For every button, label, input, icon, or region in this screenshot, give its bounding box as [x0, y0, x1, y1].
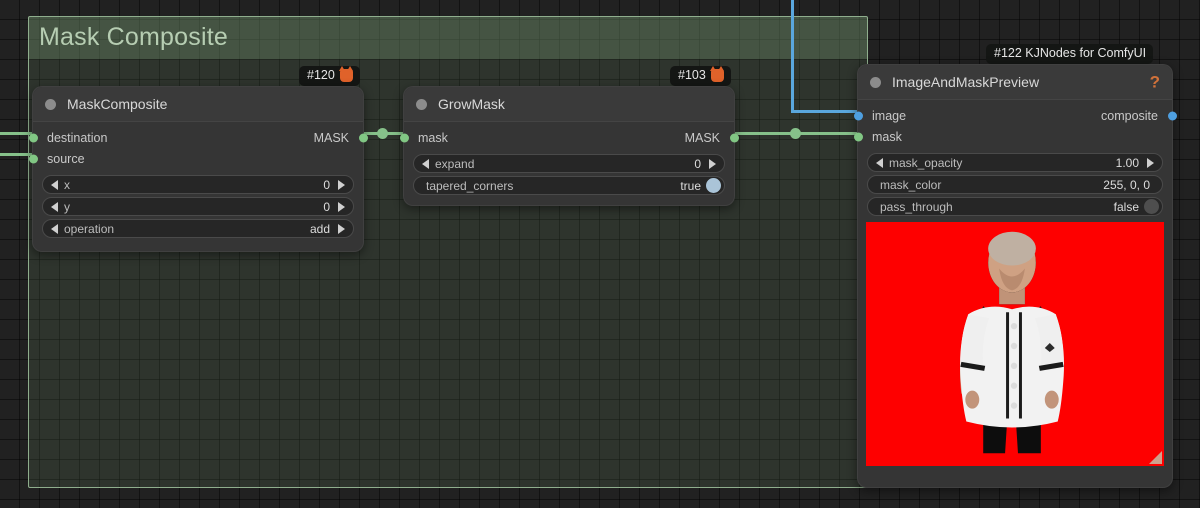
collapse-dot-icon[interactable]	[416, 99, 427, 110]
decrement-arrow-icon[interactable]	[51, 202, 58, 212]
node-imageandmaskpreview[interactable]: ImageAndMaskPreview ? image composite ma…	[857, 64, 1173, 488]
link-midpoint-dot[interactable]	[377, 128, 388, 139]
widget-label: x	[64, 178, 70, 192]
mask-slot-icon[interactable]	[400, 133, 409, 142]
widget-value[interactable]: 0	[323, 178, 330, 192]
mask-slot-icon[interactable]	[29, 133, 38, 142]
widget-label: tapered_corners	[426, 179, 513, 193]
link-image-horizontal	[791, 110, 863, 113]
widget-pass-through[interactable]: pass_through false	[867, 197, 1163, 216]
preview-person-graphic	[866, 222, 1164, 466]
slot-label: mask	[872, 130, 902, 144]
decrement-arrow-icon[interactable]	[51, 180, 58, 190]
widget-value[interactable]: add	[310, 222, 330, 236]
image-slot-icon[interactable]	[854, 111, 863, 120]
mask-slot-icon[interactable]	[359, 133, 368, 142]
collapse-dot-icon[interactable]	[870, 77, 881, 88]
fox-emoji-icon	[340, 69, 353, 82]
widget-mask-color[interactable]: mask_color 255, 0, 0	[867, 175, 1163, 194]
previous-option-arrow-icon[interactable]	[51, 224, 58, 234]
fox-emoji-icon	[711, 69, 724, 82]
widget-label: expand	[435, 157, 474, 171]
widget-y[interactable]: y 0	[42, 197, 354, 216]
badge-id-label: #103	[678, 69, 706, 82]
node-badge-103: #103	[670, 66, 731, 86]
widget-operation[interactable]: operation add	[42, 219, 354, 238]
link-image-vertical	[791, 0, 794, 112]
node-header[interactable]: MaskComposite	[33, 87, 363, 122]
node-title: GrowMask	[438, 96, 505, 112]
node-header[interactable]: GrowMask	[404, 87, 734, 122]
mask-slot-icon[interactable]	[854, 132, 863, 141]
widget-tapered-corners[interactable]: tapered_corners true	[413, 176, 725, 195]
widget-value: true	[680, 179, 701, 193]
preview-image[interactable]	[866, 222, 1164, 466]
input-slot-mask[interactable]: mask	[858, 126, 1172, 147]
next-option-arrow-icon[interactable]	[338, 224, 345, 234]
input-slot-source[interactable]: source	[33, 148, 363, 169]
increment-arrow-icon[interactable]	[338, 202, 345, 212]
image-slot-icon[interactable]	[1168, 111, 1177, 120]
widget-label: operation	[64, 222, 114, 236]
mask-slot-icon[interactable]	[29, 154, 38, 163]
slot-label: image	[872, 109, 906, 123]
output-slot-label: MASK	[685, 131, 720, 145]
link-midpoint-dot[interactable]	[790, 128, 801, 139]
widget-expand[interactable]: expand 0	[413, 154, 725, 173]
node-title: MaskComposite	[67, 96, 167, 112]
widget-mask-opacity[interactable]: mask_opacity 1.00	[867, 153, 1163, 172]
widget-label: y	[64, 200, 70, 214]
node-badge-120: #120	[299, 66, 360, 86]
node-header[interactable]: ImageAndMaskPreview ?	[858, 65, 1172, 100]
node-maskcomposite[interactable]: MaskComposite destination MASK source x …	[32, 86, 364, 252]
widget-x[interactable]: x 0	[42, 175, 354, 194]
decrement-arrow-icon[interactable]	[422, 159, 429, 169]
increment-arrow-icon[interactable]	[709, 159, 716, 169]
widget-value[interactable]: 0	[323, 200, 330, 214]
resize-handle[interactable]	[1149, 451, 1162, 464]
output-slot-label: MASK	[314, 131, 349, 145]
increment-arrow-icon[interactable]	[1147, 158, 1154, 168]
widget-label: mask_color	[880, 178, 941, 192]
slot-label: destination	[47, 131, 107, 145]
group-title: Mask Composite	[39, 23, 228, 52]
badge-id-label: #120	[307, 69, 335, 82]
slot-label: mask	[418, 131, 448, 145]
widget-value[interactable]: 0	[694, 157, 701, 171]
widget-label: mask_opacity	[889, 156, 962, 170]
collapse-dot-icon[interactable]	[45, 99, 56, 110]
mask-slot-icon[interactable]	[730, 133, 739, 142]
widget-value[interactable]: 1.00	[1116, 156, 1139, 170]
node-growmask[interactable]: GrowMask mask MASK expand 0 tapered_corn…	[403, 86, 735, 206]
widget-value[interactable]: 255, 0, 0	[1103, 178, 1150, 192]
input-slot-mask[interactable]: mask MASK	[404, 127, 734, 148]
input-slot-image[interactable]: image composite	[858, 105, 1172, 126]
boolean-toggle-icon[interactable]	[706, 178, 721, 193]
badge-id-label: #122 KJNodes for ComfyUI	[994, 47, 1146, 60]
widget-value: false	[1114, 200, 1139, 214]
boolean-toggle-icon[interactable]	[1144, 199, 1159, 214]
output-slot-label: composite	[1101, 109, 1158, 123]
node-title: ImageAndMaskPreview	[892, 74, 1039, 90]
slot-label: source	[47, 152, 85, 166]
help-icon[interactable]: ?	[1150, 74, 1160, 91]
input-slot-destination[interactable]: destination MASK	[33, 127, 363, 148]
decrement-arrow-icon[interactable]	[876, 158, 883, 168]
node-badge-122: #122 KJNodes for ComfyUI	[986, 44, 1153, 64]
node-graph-canvas[interactable]: Mask Composite #120 MaskComposite destin…	[0, 0, 1200, 508]
widget-label: pass_through	[880, 200, 953, 214]
increment-arrow-icon[interactable]	[338, 180, 345, 190]
